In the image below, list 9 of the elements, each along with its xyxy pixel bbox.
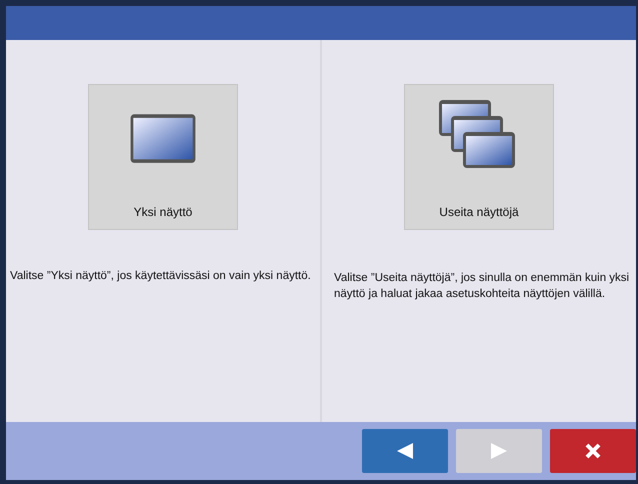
back-arrow-icon [396,442,414,460]
option-button[interactable]: Useita näyttöjä [404,84,554,230]
close-icon [585,443,601,459]
option-description: Valitse ”Useita näyttöjä”, jos sinulla on enemmän kuin yksi näyttö ja haluat jakaa asetuskohteita näyttöjen välillä. [334,271,630,302]
back-button[interactable] [362,429,448,473]
forward-arrow-icon [490,442,508,460]
cancel-button[interactable] [550,429,636,473]
option-button[interactable]: Yksi näyttö [88,84,238,230]
option-description: Valitse ”Yksi näyttö”, jos käytettävissäsi on vain yksi näyttö. [10,269,312,284]
